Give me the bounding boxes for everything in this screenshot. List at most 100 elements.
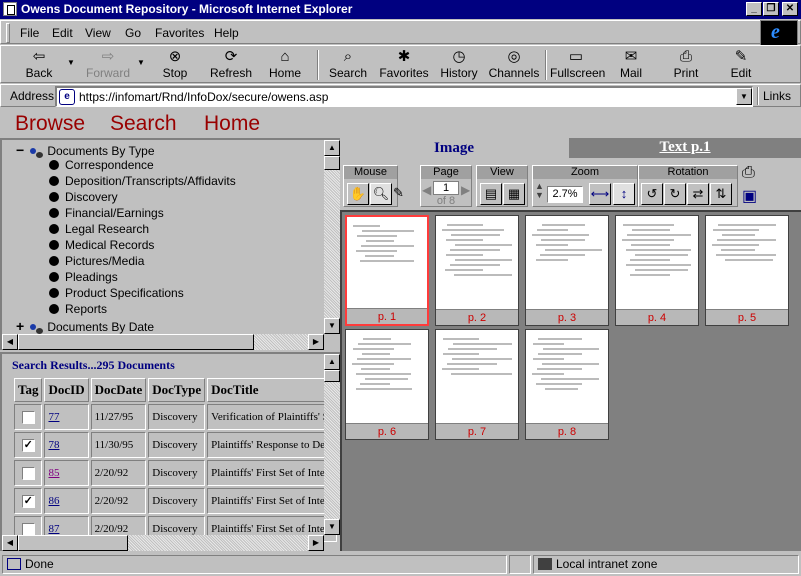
refresh-button[interactable]: ⟳ Refresh [206, 47, 256, 83]
col-docid[interactable]: DocID [44, 378, 89, 402]
fit-width-icon[interactable]: ⟷ [589, 183, 611, 205]
scroll-right-icon[interactable]: ▶ [308, 334, 324, 350]
single-page-view-icon[interactable]: ▤ [480, 183, 502, 205]
menu-file[interactable]: File [20, 26, 39, 40]
tree-item-legal-research[interactable]: Legal Research [49, 222, 149, 236]
channels-button[interactable]: ◎ Channels [488, 47, 540, 83]
scroll-left-icon[interactable]: ◀ [2, 535, 18, 551]
page-number-input[interactable]: 1 [433, 181, 459, 195]
rotate-right-icon[interactable]: ↻ [664, 183, 686, 205]
forward-button[interactable]: ⇨ Forward [81, 47, 135, 83]
expand-icon[interactable]: + [16, 318, 30, 334]
forward-dropdown-icon[interactable]: ▼ [137, 58, 145, 67]
page-thumbnail[interactable]: p. 3 [525, 215, 609, 326]
next-page-icon[interactable]: ▶ [461, 183, 470, 197]
tag-checkbox[interactable] [21, 522, 35, 536]
print-button[interactable]: ⎙ Print [667, 47, 705, 83]
annotate-pencil-icon[interactable]: ✎ [393, 183, 404, 205]
tab-image[interactable]: Image [340, 138, 568, 160]
viewer-print-icon[interactable]: ⎙ [742, 164, 755, 182]
tree-horizontal-scrollbar[interactable]: ◀ ▶ [2, 334, 324, 350]
menu-edit[interactable]: Edit [52, 26, 73, 40]
tree-item-discovery[interactable]: Discovery [49, 190, 118, 204]
tree-item-pictures-media[interactable]: Pictures/Media [49, 254, 144, 268]
nav-home-link[interactable]: Home [204, 112, 260, 136]
page-thumbnail[interactable]: p. 8 [525, 329, 609, 440]
prev-page-icon[interactable]: ◀ [422, 183, 431, 197]
thumbnail-view-icon[interactable]: ▦ [503, 183, 525, 205]
close-button[interactable]: ✕ [782, 2, 798, 16]
page-thumbnail[interactable]: p. 1 [345, 215, 429, 326]
tree-item-pleadings[interactable]: Pleadings [49, 270, 118, 284]
minimize-button[interactable]: _ [746, 2, 762, 16]
tree-item-medical-records[interactable]: Medical Records [49, 238, 154, 252]
col-docdate[interactable]: DocDate [90, 378, 147, 402]
tree-vertical-scrollbar[interactable]: ▲ ▼ [324, 140, 340, 334]
menu-help[interactable]: Help [214, 26, 239, 40]
favorites-button[interactable]: ✱ Favorites [378, 47, 430, 83]
page-thumbnail[interactable]: p. 4 [615, 215, 699, 326]
magnifier-icon[interactable]: 🔍︎ [370, 183, 392, 205]
tree-item-correspondence[interactable]: Correspondence [49, 158, 154, 172]
docid-link[interactable]: 86 [48, 495, 59, 507]
menu-favorites[interactable]: Favorites [155, 26, 204, 40]
table-row[interactable]: 85 2/20/92 Discovery Plaintiffs' First Set … [14, 460, 338, 486]
table-row[interactable]: ✓ 78 11/30/95 Discovery Plaintiffs' Response… [14, 432, 338, 458]
flip-icon[interactable]: ⇄ [687, 183, 709, 205]
page-thumbnail[interactable]: p. 6 [345, 329, 429, 440]
docid-link[interactable]: 78 [48, 439, 59, 451]
scroll-right-icon[interactable]: ▶ [308, 535, 324, 551]
table-row[interactable]: 77 11/27/95 Discovery Verification of Plain… [14, 404, 338, 430]
tree-item-product-specs[interactable]: Product Specifications [49, 286, 184, 300]
tag-checkbox[interactable]: ✓ [21, 438, 35, 452]
collapse-icon[interactable]: − [16, 142, 30, 158]
rotate-left-icon[interactable]: ↺ [641, 183, 663, 205]
tree-node-by-type[interactable]: − Documents By Type [16, 142, 155, 158]
tree-item-deposition[interactable]: Deposition/Transcripts/Affidavits [49, 174, 236, 188]
col-doctitle[interactable]: DocTitle [207, 378, 338, 402]
links-button[interactable]: Links [763, 89, 791, 103]
page-thumbnail[interactable]: p. 2 [435, 215, 519, 326]
docid-link[interactable]: 87 [48, 523, 59, 535]
viewer-save-icon[interactable]: ▣ [742, 186, 757, 206]
fullscreen-button[interactable]: ▭ Fullscreen [550, 47, 605, 83]
address-dropdown-icon[interactable]: ▼ [736, 88, 752, 105]
nav-browse-link[interactable]: Browse [15, 112, 85, 136]
tree-item-financial[interactable]: Financial/Earnings [49, 206, 164, 220]
scroll-thumb[interactable] [18, 334, 254, 350]
flip-vertical-icon[interactable]: ⇅ [710, 183, 732, 205]
col-tag[interactable]: Tag [14, 378, 43, 402]
nav-search-link[interactable]: Search [110, 112, 177, 136]
zoom-spinner-icon[interactable]: ▲ ▼ [535, 182, 544, 200]
results-horizontal-scrollbar[interactable]: ◀ ▶ [2, 535, 324, 551]
docid-link[interactable]: 77 [48, 411, 59, 423]
scroll-down-icon[interactable]: ▼ [324, 519, 340, 535]
history-button[interactable]: ◷ History [437, 47, 481, 83]
scroll-down-icon[interactable]: ▼ [324, 318, 340, 334]
zoom-input[interactable]: 2.7% [547, 186, 583, 203]
edit-button[interactable]: ✎ Edit [723, 47, 759, 83]
page-thumbnail[interactable]: p. 5 [705, 215, 789, 326]
scroll-thumb[interactable] [18, 535, 128, 551]
table-row[interactable]: ✓ 86 2/20/92 Discovery Plaintiffs' First Set… [14, 488, 338, 514]
tree-node-by-date[interactable]: + Documents By Date [16, 318, 154, 334]
search-button[interactable]: ⌕ Search [325, 47, 371, 83]
mail-button[interactable]: ✉ Mail [613, 47, 649, 83]
docid-link[interactable]: 85 [48, 467, 59, 479]
pan-hand-icon[interactable]: ✋ [347, 183, 369, 205]
tag-checkbox[interactable]: ✓ [21, 494, 35, 508]
results-vertical-scrollbar[interactable]: ▲ ▼ [324, 354, 340, 535]
col-doctype[interactable]: DocType [148, 378, 206, 402]
back-button[interactable]: ⇦ Back [15, 47, 63, 83]
scroll-up-icon[interactable]: ▲ [324, 140, 340, 156]
menu-go[interactable]: Go [125, 26, 141, 40]
page-thumbnail[interactable]: p. 7 [435, 329, 519, 440]
scroll-up-icon[interactable]: ▲ [324, 354, 340, 370]
scroll-left-icon[interactable]: ◀ [2, 334, 18, 350]
tree-item-reports[interactable]: Reports [49, 302, 107, 316]
scroll-thumb[interactable] [324, 156, 340, 170]
tag-checkbox[interactable] [21, 410, 35, 424]
back-dropdown-icon[interactable]: ▼ [67, 58, 75, 67]
maximize-button[interactable]: ❐ [763, 2, 779, 16]
scroll-thumb[interactable] [324, 370, 340, 382]
